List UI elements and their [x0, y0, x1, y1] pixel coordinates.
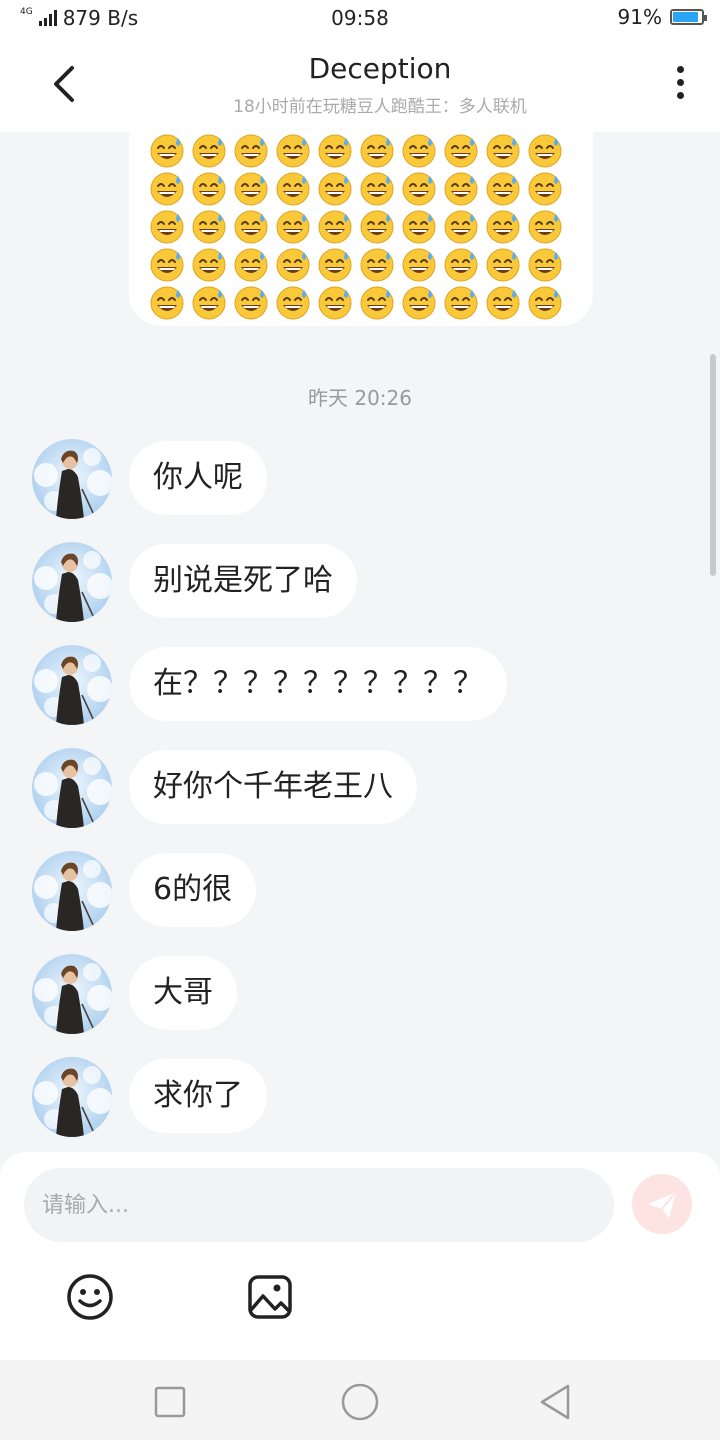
sweat-smile-emoji — [191, 246, 227, 282]
sweat-smile-emoji — [275, 284, 311, 320]
emoji-message-bubble[interactable] — [129, 132, 593, 326]
battery-percent: 91% — [617, 5, 662, 29]
sweat-smile-emoji — [359, 208, 395, 244]
sweat-smile-emoji — [359, 170, 395, 206]
sweat-smile-emoji — [317, 284, 353, 320]
sweat-smile-emoji — [401, 132, 437, 168]
send-button[interactable] — [632, 1174, 692, 1234]
sweat-smile-emoji — [317, 170, 353, 206]
sweat-smile-emoji — [527, 208, 563, 244]
more-vertical-icon[interactable] — [674, 66, 686, 106]
sweat-smile-emoji — [275, 132, 311, 168]
avatar[interactable] — [32, 645, 112, 725]
message-bubble[interactable]: 别说是死了哈 — [129, 544, 357, 618]
image-icon[interactable] — [245, 1272, 295, 1322]
sweat-smile-emoji — [275, 208, 311, 244]
sweat-smile-emoji — [191, 284, 227, 320]
square-icon[interactable] — [150, 1382, 190, 1422]
sweat-smile-emoji — [443, 208, 479, 244]
sweat-smile-emoji — [233, 132, 269, 168]
sweat-smile-emoji — [359, 132, 395, 168]
message-bubble[interactable]: 求你了 — [129, 1059, 267, 1133]
sweat-smile-emoji — [149, 208, 185, 244]
avatar[interactable] — [32, 1057, 112, 1137]
sweat-smile-emoji — [443, 132, 479, 168]
sweat-smile-emoji — [485, 246, 521, 282]
sweat-smile-emoji — [401, 208, 437, 244]
sweat-smile-emoji — [317, 246, 353, 282]
sweat-smile-emoji — [233, 170, 269, 206]
sweat-smile-emoji — [401, 170, 437, 206]
contact-status: 18小时前在玩糖豆人跑酷王：多人联机 — [233, 97, 527, 117]
message-bubble[interactable]: 大哥 — [129, 956, 237, 1030]
message-input[interactable] — [24, 1168, 614, 1242]
sweat-smile-emoji — [317, 132, 353, 168]
sweat-smile-emoji — [275, 246, 311, 282]
sweat-smile-emoji — [401, 246, 437, 282]
avatar[interactable] — [32, 954, 112, 1034]
message-bubble[interactable]: 在？？？？？？？？？？ — [129, 647, 507, 721]
sweat-smile-emoji — [401, 284, 437, 320]
emoji-grid — [149, 132, 569, 322]
sweat-smile-emoji — [317, 208, 353, 244]
sweat-smile-emoji — [485, 170, 521, 206]
sweat-smile-emoji — [485, 208, 521, 244]
avatar[interactable] — [32, 439, 112, 519]
status-right: 91% — [617, 5, 707, 29]
clock: 09:58 — [331, 6, 389, 30]
message-bubble[interactable]: 好你个千年老王八 — [129, 750, 417, 824]
circle-icon[interactable] — [340, 1382, 380, 1422]
sweat-smile-emoji — [275, 170, 311, 206]
battery-icon — [670, 9, 707, 25]
triangle-back-icon[interactable] — [534, 1382, 574, 1422]
sweat-smile-emoji — [191, 132, 227, 168]
sweat-smile-emoji — [527, 132, 563, 168]
system-nav-bar — [0, 1360, 720, 1440]
message-bubble[interactable]: 你人呢 — [129, 441, 267, 515]
sweat-smile-emoji — [149, 132, 185, 168]
chat-header: Deception 18小时前在玩糖豆人跑酷王：多人联机 — [0, 36, 720, 132]
avatar[interactable] — [32, 851, 112, 931]
chat-area[interactable]: 昨天 20:26 你人呢别说是死了哈在？？？？？？？？？？ 好你个千年老王八 6的很… — [0, 132, 720, 1152]
sweat-smile-emoji — [149, 170, 185, 206]
sweat-smile-emoji — [527, 246, 563, 282]
contact-name: Deception — [308, 52, 452, 85]
sweat-smile-emoji — [233, 208, 269, 244]
sweat-smile-emoji — [443, 246, 479, 282]
sweat-smile-emoji — [485, 284, 521, 320]
composer-panel — [0, 1152, 720, 1360]
sweat-smile-emoji — [191, 170, 227, 206]
sweat-smile-emoji — [359, 246, 395, 282]
sweat-smile-emoji — [443, 284, 479, 320]
sweat-smile-emoji — [233, 246, 269, 282]
send-icon — [648, 1191, 677, 1218]
message-timestamp: 昨天 20:26 — [308, 386, 412, 410]
sweat-smile-emoji — [527, 284, 563, 320]
message-bubble[interactable]: 6的很 — [129, 853, 257, 927]
sweat-smile-emoji — [149, 246, 185, 282]
avatar[interactable] — [32, 748, 112, 828]
sweat-smile-emoji — [149, 284, 185, 320]
sweat-smile-emoji — [443, 170, 479, 206]
smiley-icon[interactable] — [65, 1272, 115, 1322]
sweat-smile-emoji — [527, 170, 563, 206]
avatar[interactable] — [32, 542, 112, 622]
sweat-smile-emoji — [359, 284, 395, 320]
sweat-smile-emoji — [191, 208, 227, 244]
status-bar: 4G 879 B/s 09:58 91% — [0, 0, 720, 36]
sweat-smile-emoji — [233, 284, 269, 320]
sweat-smile-emoji — [485, 132, 521, 168]
